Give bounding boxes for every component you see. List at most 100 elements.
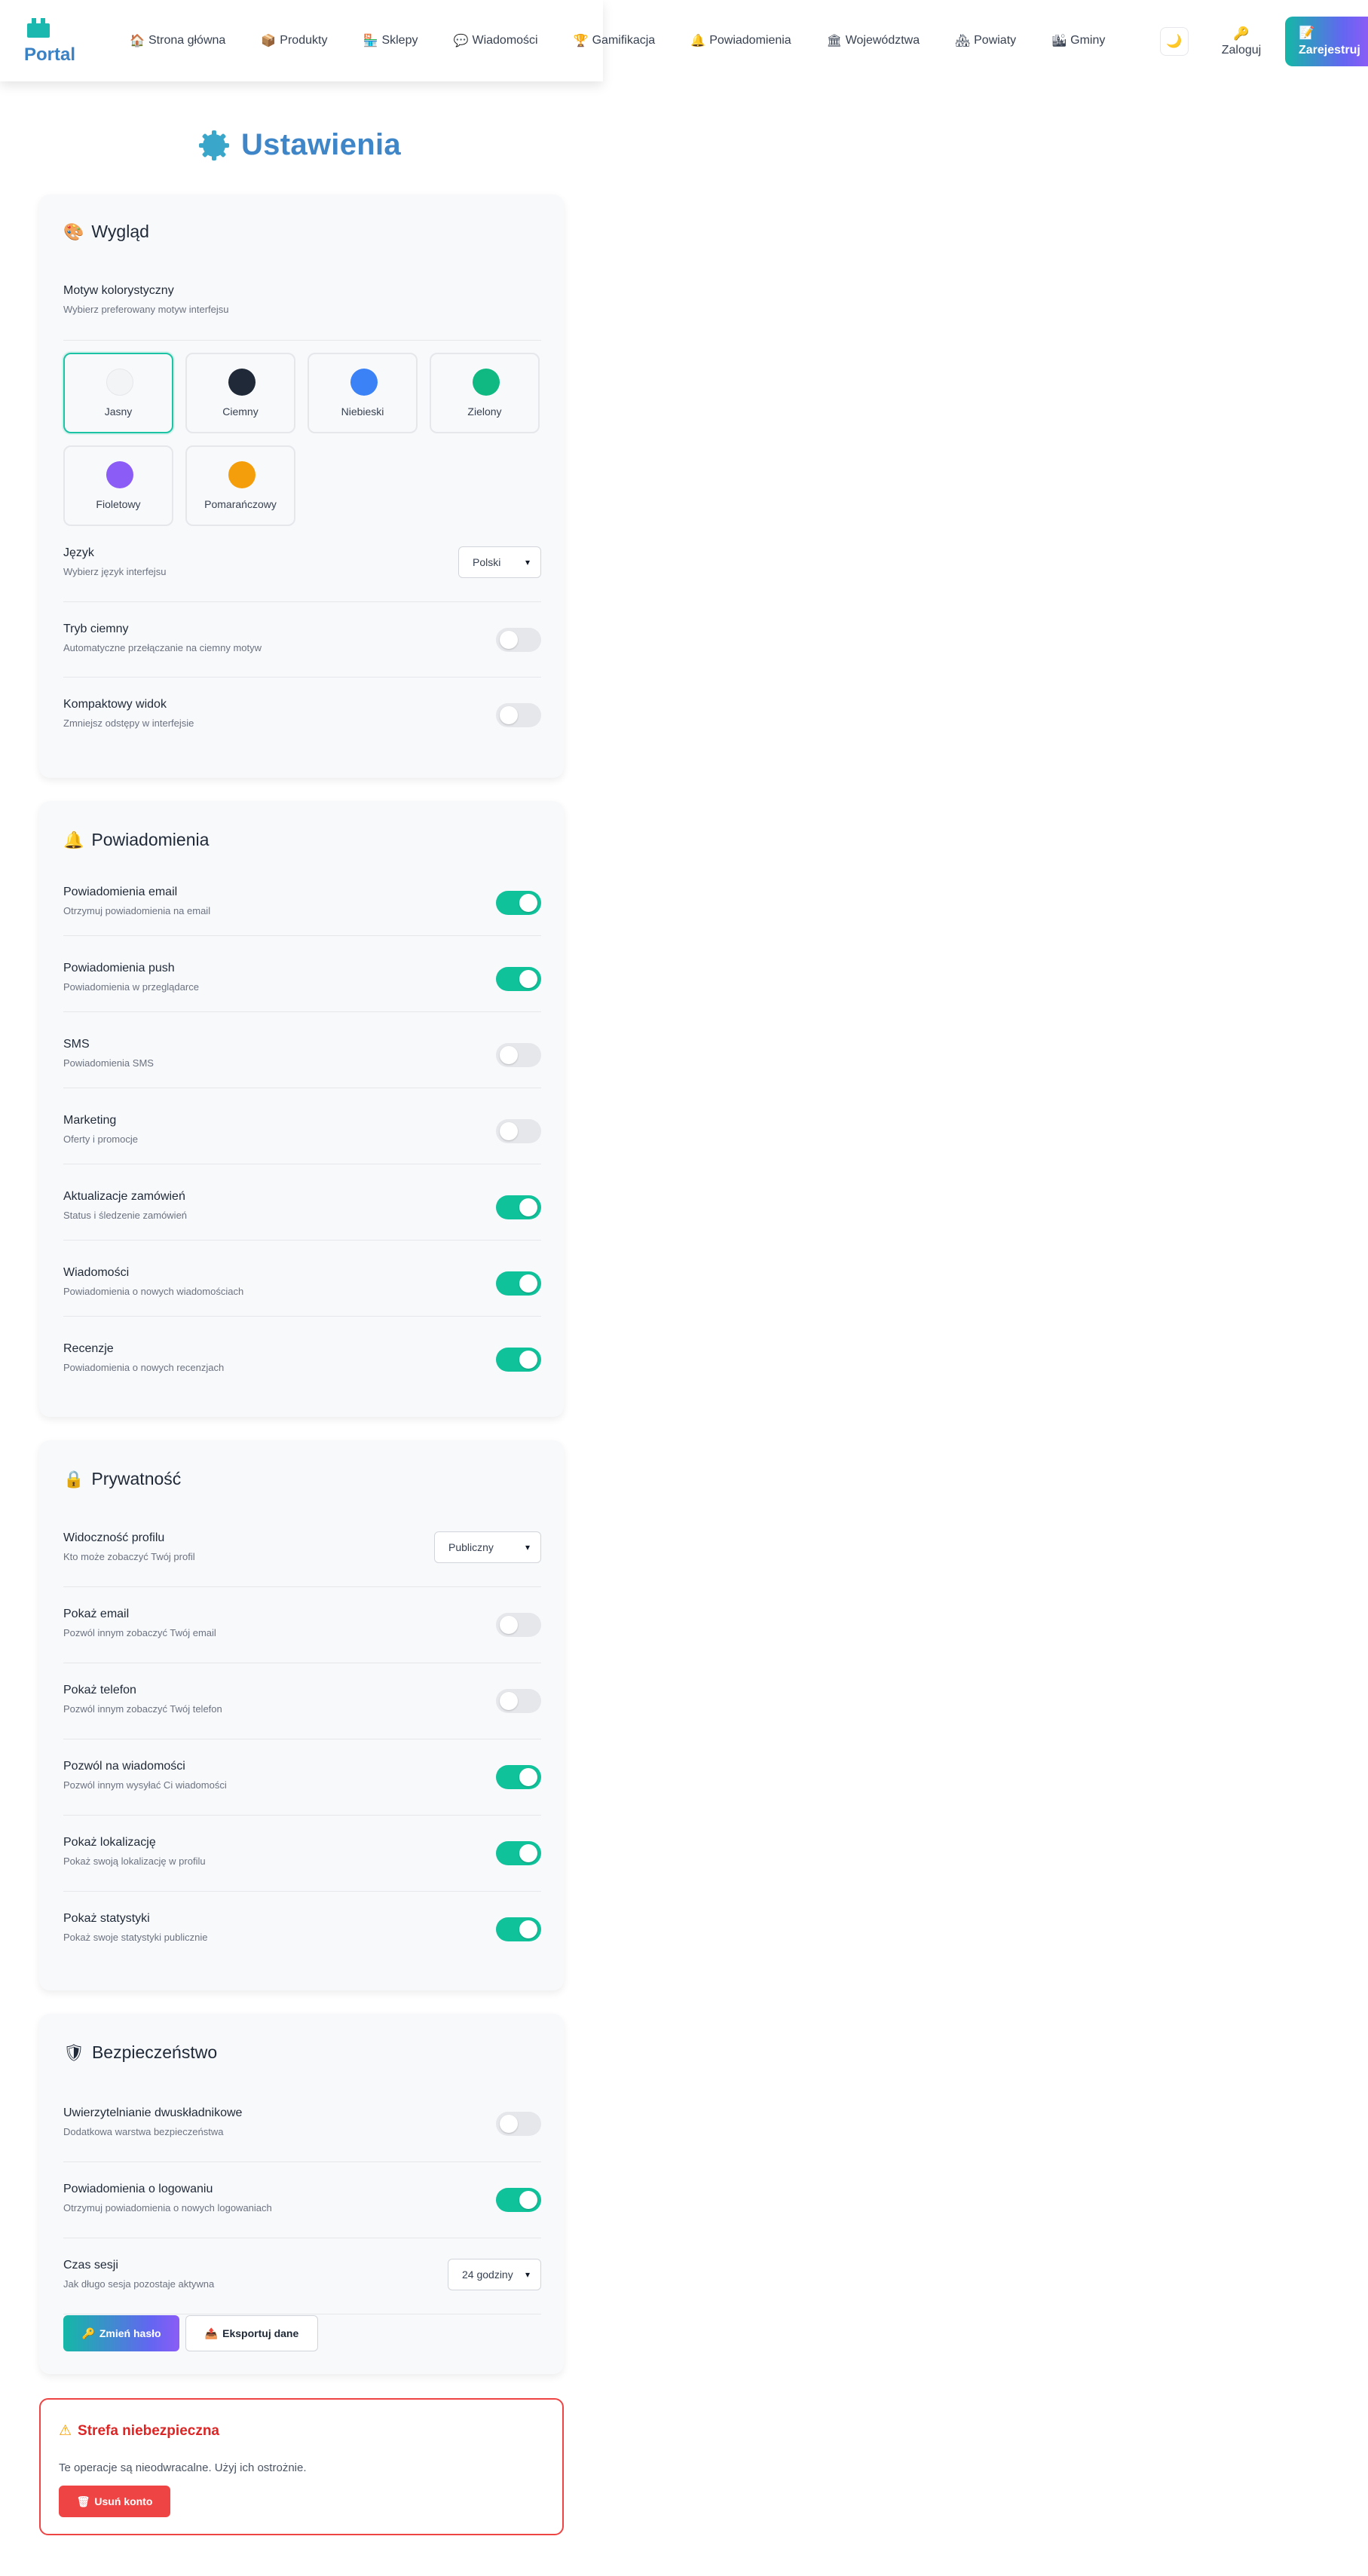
- theme-option-green[interactable]: Zielony: [430, 353, 540, 433]
- theme-option-label: Ciemny: [222, 405, 259, 418]
- nav-item-notifications[interactable]: 🔔 Powiadomienia: [690, 33, 791, 48]
- profile-visibility-select[interactable]: Publiczny ▾: [434, 1531, 541, 1563]
- warning-icon: ⚠: [59, 2423, 72, 2439]
- setting-description: Automatyczne przełączanie na ciemny moty…: [63, 642, 262, 653]
- setting-label: Tryb ciemny: [63, 623, 129, 635]
- nav-label: Wiadomości: [472, 34, 538, 47]
- review-notifications-toggle[interactable]: [496, 1348, 541, 1372]
- export-data-button[interactable]: 📤 Eksportuj dane: [185, 2315, 318, 2351]
- nav-label: Sklepy: [381, 34, 418, 47]
- color-dot: [350, 369, 378, 396]
- push-notifications-toggle[interactable]: [496, 967, 541, 991]
- allow-messages-toggle[interactable]: [496, 1765, 541, 1789]
- setting-label: Pokaż telefon: [63, 1684, 136, 1696]
- email-notifications-toggle[interactable]: [496, 891, 541, 915]
- notification-marketing-setting: Marketing Oferty i promocje: [63, 1114, 541, 1150]
- login-label: Zaloguj: [1221, 43, 1262, 57]
- theme-option-label: Jasny: [104, 405, 133, 418]
- theme-option-label: Niebieski: [341, 405, 384, 418]
- nav-item-counties[interactable]: 🏘 Powiaty: [955, 33, 1016, 48]
- theme-option-orange[interactable]: Pomarańczowy: [185, 445, 295, 526]
- color-dot: [106, 369, 133, 396]
- show-email-setting: Pokaż email Pozwól innym zobaczyć Twój e…: [63, 1608, 541, 1644]
- nav-item-gamification[interactable]: 🏆 Gamifikacja: [574, 33, 656, 48]
- two-factor-toggle[interactable]: [496, 2112, 541, 2136]
- card-heading: Powiadomienia: [91, 830, 210, 849]
- notification-sms-setting: SMS Powiadomienia SMS: [63, 1038, 541, 1074]
- theme-option-light[interactable]: Jasny: [63, 353, 173, 433]
- chevron-down-icon: ▾: [525, 1542, 530, 1553]
- security-title: 🛡 Bezpieczeństwo: [63, 2042, 217, 2063]
- notifications-card: 🔔 Powiadomienia Powiadomienia email Otrz…: [39, 801, 564, 1417]
- page-heading: Ustawienia: [241, 128, 401, 161]
- setting-description: Status i śledzenie zamówień: [63, 1210, 188, 1221]
- logo[interactable]: Portal: [23, 17, 83, 69]
- language-select[interactable]: Polski ▾: [458, 546, 541, 578]
- nav-item-communes[interactable]: 🏙 Gminy: [1051, 33, 1105, 48]
- nav-item-home[interactable]: 🏠 Strona główna: [130, 33, 225, 48]
- setting-description: Pozwól innym zobaczyć Twój telefon: [63, 1703, 222, 1715]
- show-phone-toggle[interactable]: [496, 1689, 541, 1713]
- session-timeout-select[interactable]: 24 godziny ▾: [448, 2259, 541, 2290]
- notification-orders-setting: Aktualizacje zamówień Status i śledzenie…: [63, 1190, 541, 1226]
- divider: [63, 1815, 541, 1816]
- select-value: Publiczny: [448, 1541, 494, 1553]
- setting-description: Oferty i promocje: [63, 1134, 138, 1145]
- upload-tray-icon: 📤: [204, 2327, 219, 2339]
- setting-description: Zmniejsz odstępy w interfejsie: [63, 717, 194, 729]
- danger-zone-card: ⚠ Strefa niebezpieczna Te operacje są ni…: [39, 2398, 564, 2535]
- notification-push-setting: Powiadomienia push Powiadomienia w przeg…: [63, 962, 541, 998]
- theme-option-purple[interactable]: Fioletowy: [63, 445, 173, 526]
- color-dot: [473, 369, 500, 396]
- compact-view-setting: Kompaktowy widok Zmniejsz odstępy w inte…: [63, 698, 541, 734]
- sms-notifications-toggle[interactable]: [496, 1043, 541, 1067]
- page-title: Ustawienia: [197, 128, 401, 162]
- bell-icon: 🔔: [690, 35, 706, 47]
- login-button[interactable]: 🔑 Zaloguj: [1215, 20, 1268, 63]
- setting-label: Powiadomienia email: [63, 886, 178, 898]
- divider: [63, 1316, 541, 1317]
- show-location-toggle[interactable]: [496, 1841, 541, 1865]
- divider: [63, 677, 541, 678]
- setting-label: SMS: [63, 1038, 90, 1051]
- nav-item-products[interactable]: 📦 Produkty: [261, 33, 327, 48]
- nav-item-messages[interactable]: 💬 Wiadomości: [453, 33, 537, 48]
- setting-label: Wiadomości: [63, 1266, 130, 1279]
- privacy-title: 🔒 Prywatność: [63, 1469, 181, 1489]
- allow-messages-setting: Pozwól na wiadomości Pozwól innym wysyła…: [63, 1760, 541, 1796]
- logo-text: Portal: [24, 44, 76, 65]
- nav-label: Produkty: [280, 34, 328, 47]
- chevron-down-icon: ▾: [525, 557, 530, 568]
- order-updates-toggle[interactable]: [496, 1195, 541, 1219]
- chevron-down-icon: ▾: [525, 2269, 530, 2280]
- nav-label: Gamifikacja: [592, 34, 656, 47]
- bell-icon: 🔔: [63, 830, 84, 849]
- theme-option-blue[interactable]: Niebieski: [308, 353, 418, 433]
- button-label: Eksportuj dane: [222, 2327, 299, 2339]
- theme-option-dark[interactable]: Ciemny: [185, 353, 295, 433]
- dark-mode-toggle[interactable]: [496, 628, 541, 652]
- divider: [63, 1240, 541, 1241]
- setting-label: Pokaż statystyki: [63, 1912, 150, 1925]
- marketing-notifications-toggle[interactable]: [496, 1119, 541, 1143]
- compact-view-toggle[interactable]: [496, 703, 541, 727]
- message-notifications-toggle[interactable]: [496, 1271, 541, 1296]
- nav-item-shops[interactable]: 🏪 Sklepy: [363, 33, 418, 48]
- delete-account-button[interactable]: 🗑 Usuń konto: [59, 2486, 170, 2517]
- register-label: Zarejestruj: [1299, 44, 1360, 57]
- appearance-card: 🎨 Wygląd Motyw kolorystyczny Wybierz pre…: [39, 194, 564, 778]
- danger-zone-title: ⚠ Strefa niebezpieczna: [59, 2422, 219, 2440]
- change-password-button[interactable]: 🔑 Zmień hasło: [63, 2315, 179, 2351]
- setting-description: Otrzymuj powiadomienia o nowych logowani…: [63, 2202, 272, 2213]
- show-stats-toggle[interactable]: [496, 1917, 541, 1941]
- store-icon: 🏪: [363, 35, 378, 47]
- theme-toggle-button[interactable]: 🌙: [1160, 27, 1189, 56]
- login-alerts-toggle[interactable]: [496, 2188, 541, 2212]
- setting-label: Motyw kolorystyczny: [63, 284, 174, 297]
- notification-reviews-setting: Recenzje Powiadomienia o nowych recenzja…: [63, 1342, 541, 1378]
- show-email-toggle[interactable]: [496, 1613, 541, 1637]
- setting-label: Kompaktowy widok: [63, 698, 167, 711]
- nav-item-voivodeships[interactable]: 🏛 Województwa: [827, 33, 920, 48]
- register-button[interactable]: 📝 Zarejestruj: [1285, 17, 1368, 66]
- setting-description: Powiadomienia w przeglądarce: [63, 981, 199, 993]
